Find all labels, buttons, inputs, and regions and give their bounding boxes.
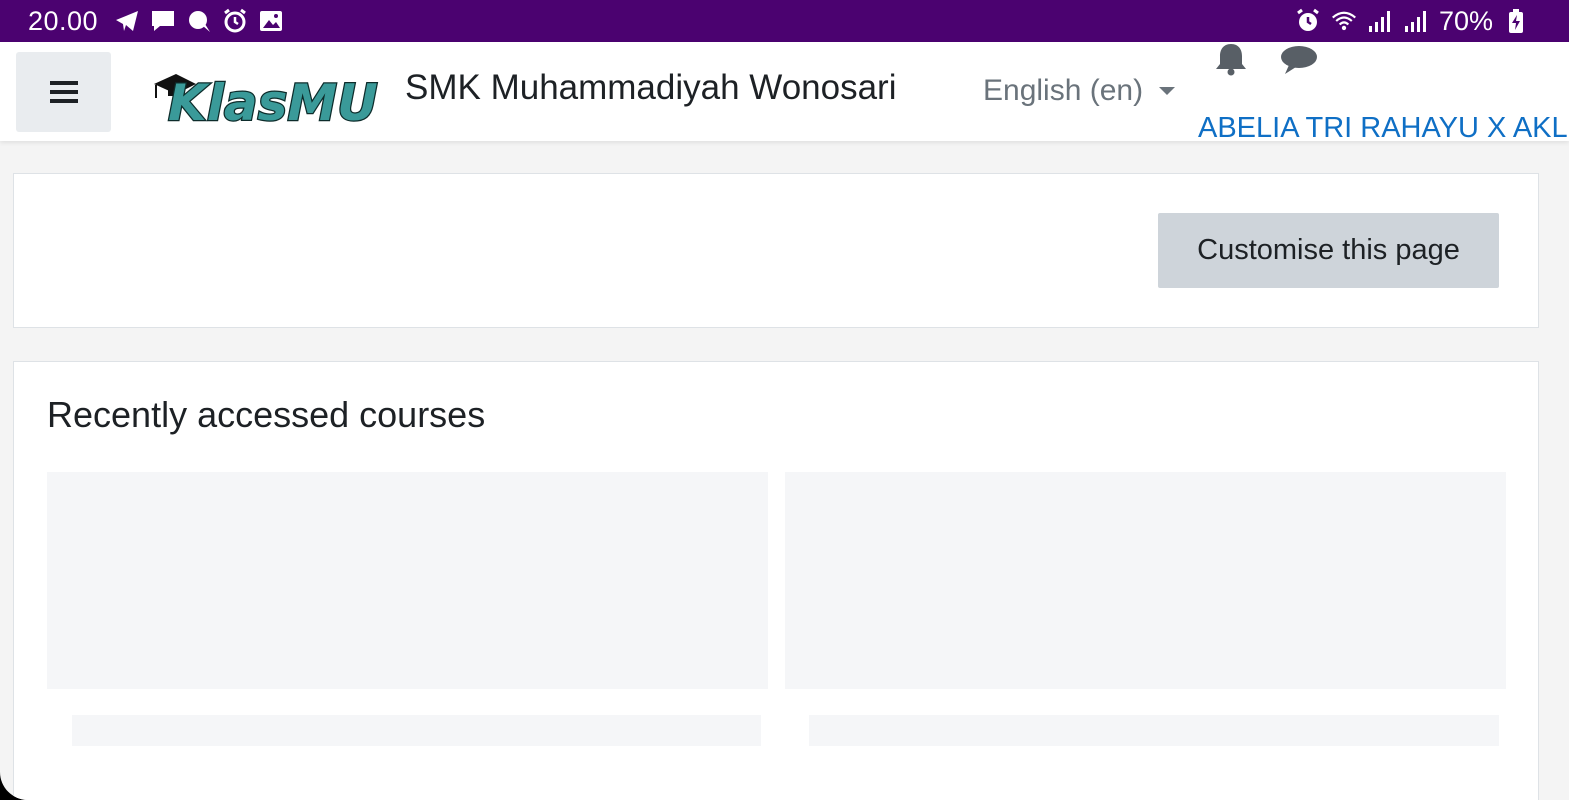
alarm-icon (222, 8, 248, 34)
signal-icon (1403, 8, 1429, 34)
language-label: English (en) (983, 74, 1144, 107)
site-name[interactable]: SMK Muhammadiyah Wonosari (405, 68, 897, 108)
course-card-placeholder-image (47, 472, 768, 689)
status-bar-right: 70% (1295, 6, 1529, 37)
wifi-icon (1331, 8, 1357, 34)
menu-toggle-button[interactable] (16, 52, 111, 132)
recent-courses-title: Recently accessed courses (47, 394, 486, 435)
user-menu-name[interactable]: ABELIA TRI RAHAYU X AKL (1198, 112, 1568, 145)
site-logo[interactable]: KlasMU (150, 54, 398, 133)
chevron-down-icon (1159, 87, 1176, 95)
hamburger-icon (49, 81, 78, 103)
status-time: 20.00 (28, 5, 99, 36)
notification-bell-icon[interactable] (1213, 42, 1249, 76)
battery-charging-icon (1503, 8, 1529, 34)
chat-bubble-icon (186, 8, 212, 34)
course-card-placeholder-text (809, 715, 1499, 746)
telegram-icon (114, 8, 140, 34)
messages-icon[interactable] (1279, 44, 1319, 76)
status-bar: 20.00 70% (0, 0, 1569, 42)
svg-text:KlasMU: KlasMU (168, 74, 378, 130)
language-menu[interactable]: English (en) (983, 74, 1176, 108)
battery-percent: 70% (1438, 5, 1493, 36)
top-navbar: KlasMU SMK Muhammadiyah Wonosari English… (0, 42, 1569, 144)
alarm-icon (1295, 8, 1321, 34)
signal-icon (1367, 8, 1393, 34)
customise-page-button[interactable]: Customise this page (1158, 213, 1499, 288)
course-card-placeholder-text (72, 715, 761, 746)
status-bar-left: 20.00 (28, 6, 284, 37)
gallery-icon (258, 8, 284, 34)
app-screen: 20.00 70% KlasMU SMK Muhammadiyah Wonosa… (0, 0, 1569, 800)
course-card-placeholder-image (785, 472, 1506, 689)
message-icon (150, 8, 176, 34)
